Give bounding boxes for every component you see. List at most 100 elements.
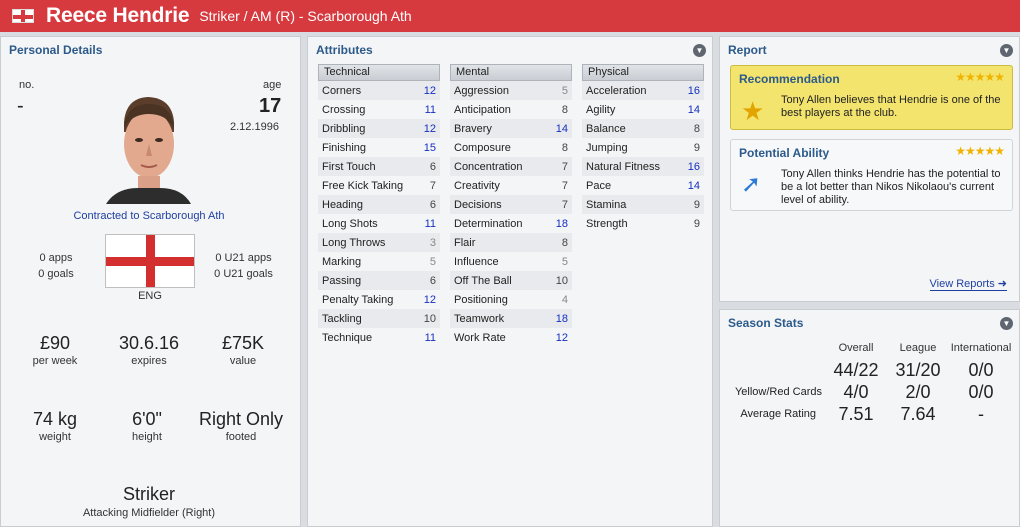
england-flag-icon <box>12 9 34 23</box>
player-name: Reece Hendrie <box>46 4 190 27</box>
attribute-row[interactable]: Heading 6 <box>318 195 440 214</box>
attribute-name: Corners <box>322 84 362 97</box>
attribute-value: 8 <box>561 236 568 249</box>
attribute-row[interactable]: Balance 8 <box>582 119 704 138</box>
physical-header: Physical <box>582 64 704 81</box>
attribute-name: Jumping <box>586 141 628 154</box>
attribute-row[interactable]: Jumping 9 <box>582 138 704 157</box>
attribute-name: Technique <box>322 331 373 344</box>
col-header-league: League <box>899 342 937 354</box>
attribute-row[interactable]: Creativity 7 <box>450 176 572 195</box>
attribute-row[interactable]: Corners 12 <box>318 81 440 100</box>
attribute-value: 6 <box>429 274 436 287</box>
contract-link[interactable]: Contracted to Scarborough Ath <box>1 210 297 222</box>
potential-ability-card[interactable]: Potential Ability ★★★★★ ➚ Tony Allen thi… <box>730 139 1013 211</box>
collapse-season-stats-icon[interactable]: ▼ <box>1000 317 1013 330</box>
attribute-row[interactable]: Passing 6 <box>318 271 440 290</box>
mental-column: Mental Aggression 5 Anticipation 8 Bravery 14… <box>450 64 572 347</box>
technical-column: Technical Corners 12 Crossing 11 Dribbling 12… <box>318 64 440 347</box>
cards-league: 2/0 <box>905 382 931 402</box>
attribute-row[interactable]: Crossing 11 <box>318 100 440 119</box>
attribute-name: Long Throws <box>322 236 386 249</box>
attribute-row[interactable]: Tackling 10 <box>318 309 440 328</box>
attribute-name: Concentration <box>454 160 523 173</box>
recommendation-stars-icon: ★★★★★ <box>955 70 1005 84</box>
collapse-attributes-icon[interactable]: ▼ <box>693 44 706 57</box>
nationality-flag[interactable] <box>105 234 195 288</box>
attribute-name: Creativity <box>454 179 500 192</box>
attribute-value: 7 <box>429 179 436 192</box>
attribute-name: Dribbling <box>322 122 366 135</box>
attribute-name: Acceleration <box>586 84 647 97</box>
attribute-name: Decisions <box>454 198 502 211</box>
attribute-row[interactable]: Stamina 9 <box>582 195 704 214</box>
attribute-name: Off The Ball <box>454 274 512 287</box>
attribute-name: Marking <box>322 255 362 268</box>
recommendation-title: Recommendation <box>739 72 840 86</box>
attribute-row[interactable]: Teamwork 18 <box>450 309 572 328</box>
technical-header: Technical <box>318 64 440 81</box>
attribute-row[interactable]: Finishing 15 <box>318 138 440 157</box>
apps-count: 0 apps <box>39 252 73 264</box>
attribute-name: Flair <box>454 236 476 249</box>
attribute-row[interactable]: Off The Ball 10 <box>450 271 572 290</box>
attribute-row[interactable]: Influence 5 <box>450 252 572 271</box>
attribute-value: 3 <box>429 236 436 249</box>
personal-details-title: Personal Details <box>9 43 103 57</box>
attribute-name: Composure <box>454 141 511 154</box>
attribute-row[interactable]: Free Kick Taking 7 <box>318 176 440 195</box>
attribute-row[interactable]: Acceleration 16 <box>582 81 704 100</box>
attribute-value: 10 <box>423 312 436 325</box>
attribute-row[interactable]: Determination 18 <box>450 214 572 233</box>
contract-expires-value: 30.6.16 <box>118 333 180 353</box>
collapse-report-icon[interactable]: ▼ <box>1000 44 1013 57</box>
attribute-row[interactable]: Aggression 5 <box>450 81 572 100</box>
attribute-row[interactable]: Marking 5 <box>318 252 440 271</box>
attribute-row[interactable]: Natural Fitness 16 <box>582 157 704 176</box>
attribute-row[interactable]: Flair 8 <box>450 233 572 252</box>
attribute-value: 6 <box>429 198 436 211</box>
secondary-position: Attacking Midfielder (Right) <box>82 507 216 519</box>
rating-overall: 7.51 <box>838 404 874 424</box>
attribute-row[interactable]: Agility 14 <box>582 100 704 119</box>
attribute-row[interactable]: Work Rate 12 <box>450 328 572 347</box>
attribute-name: Teamwork <box>454 312 505 325</box>
attribute-name: Natural Fitness <box>586 160 660 173</box>
average-rating-label: Average Rating <box>740 408 816 420</box>
attribute-row[interactable]: Dribbling 12 <box>318 119 440 138</box>
attributes-panel: Attributes ▼ Technical Corners 12 Crossing… <box>307 36 713 527</box>
attribute-name: Work Rate <box>454 331 506 344</box>
attribute-name: Passing <box>322 274 362 287</box>
recommendation-card[interactable]: Recommendation ★★★★★ ★ Tony Allen believ… <box>730 65 1013 130</box>
attribute-row[interactable]: Technique 11 <box>318 328 440 347</box>
attribute-row[interactable]: Composure 8 <box>450 138 572 157</box>
nationality-code: ENG <box>138 290 162 302</box>
attribute-row[interactable]: Strength 9 <box>582 214 704 233</box>
attribute-value: 11 <box>424 103 436 116</box>
attribute-name: Determination <box>454 217 523 230</box>
attribute-value: 18 <box>555 312 568 325</box>
player-value: £75K <box>221 333 265 353</box>
cards-international: 0/0 <box>968 382 994 402</box>
attribute-row[interactable]: Decisions 7 <box>450 195 572 214</box>
mental-header: Mental <box>450 64 572 81</box>
attribute-name: Aggression <box>454 84 510 97</box>
attribute-row[interactable]: Concentration 7 <box>450 157 572 176</box>
attribute-row[interactable]: Bravery 14 <box>450 119 572 138</box>
player-face-image <box>106 92 191 204</box>
view-reports-link[interactable]: View Reports ➜ <box>929 277 1007 291</box>
attribute-row[interactable]: Penalty Taking 12 <box>318 290 440 309</box>
col-header-international: International <box>950 342 1012 354</box>
attribute-row[interactable]: Long Shots 11 <box>318 214 440 233</box>
attribute-row[interactable]: Pace 14 <box>582 176 704 195</box>
attribute-row[interactable]: Anticipation 8 <box>450 100 572 119</box>
attribute-value: 9 <box>693 217 700 230</box>
attribute-value: 15 <box>423 141 436 154</box>
attribute-value: 7 <box>561 160 568 173</box>
apps-league: 31/20 <box>895 360 941 380</box>
attribute-row[interactable]: Positioning 4 <box>450 290 572 309</box>
attribute-row[interactable]: Long Throws 3 <box>318 233 440 252</box>
physical-column: Physical Acceleration 16 Agility 14 Balance 8… <box>582 64 704 233</box>
attribute-value: 7 <box>561 179 568 192</box>
attribute-row[interactable]: First Touch 6 <box>318 157 440 176</box>
